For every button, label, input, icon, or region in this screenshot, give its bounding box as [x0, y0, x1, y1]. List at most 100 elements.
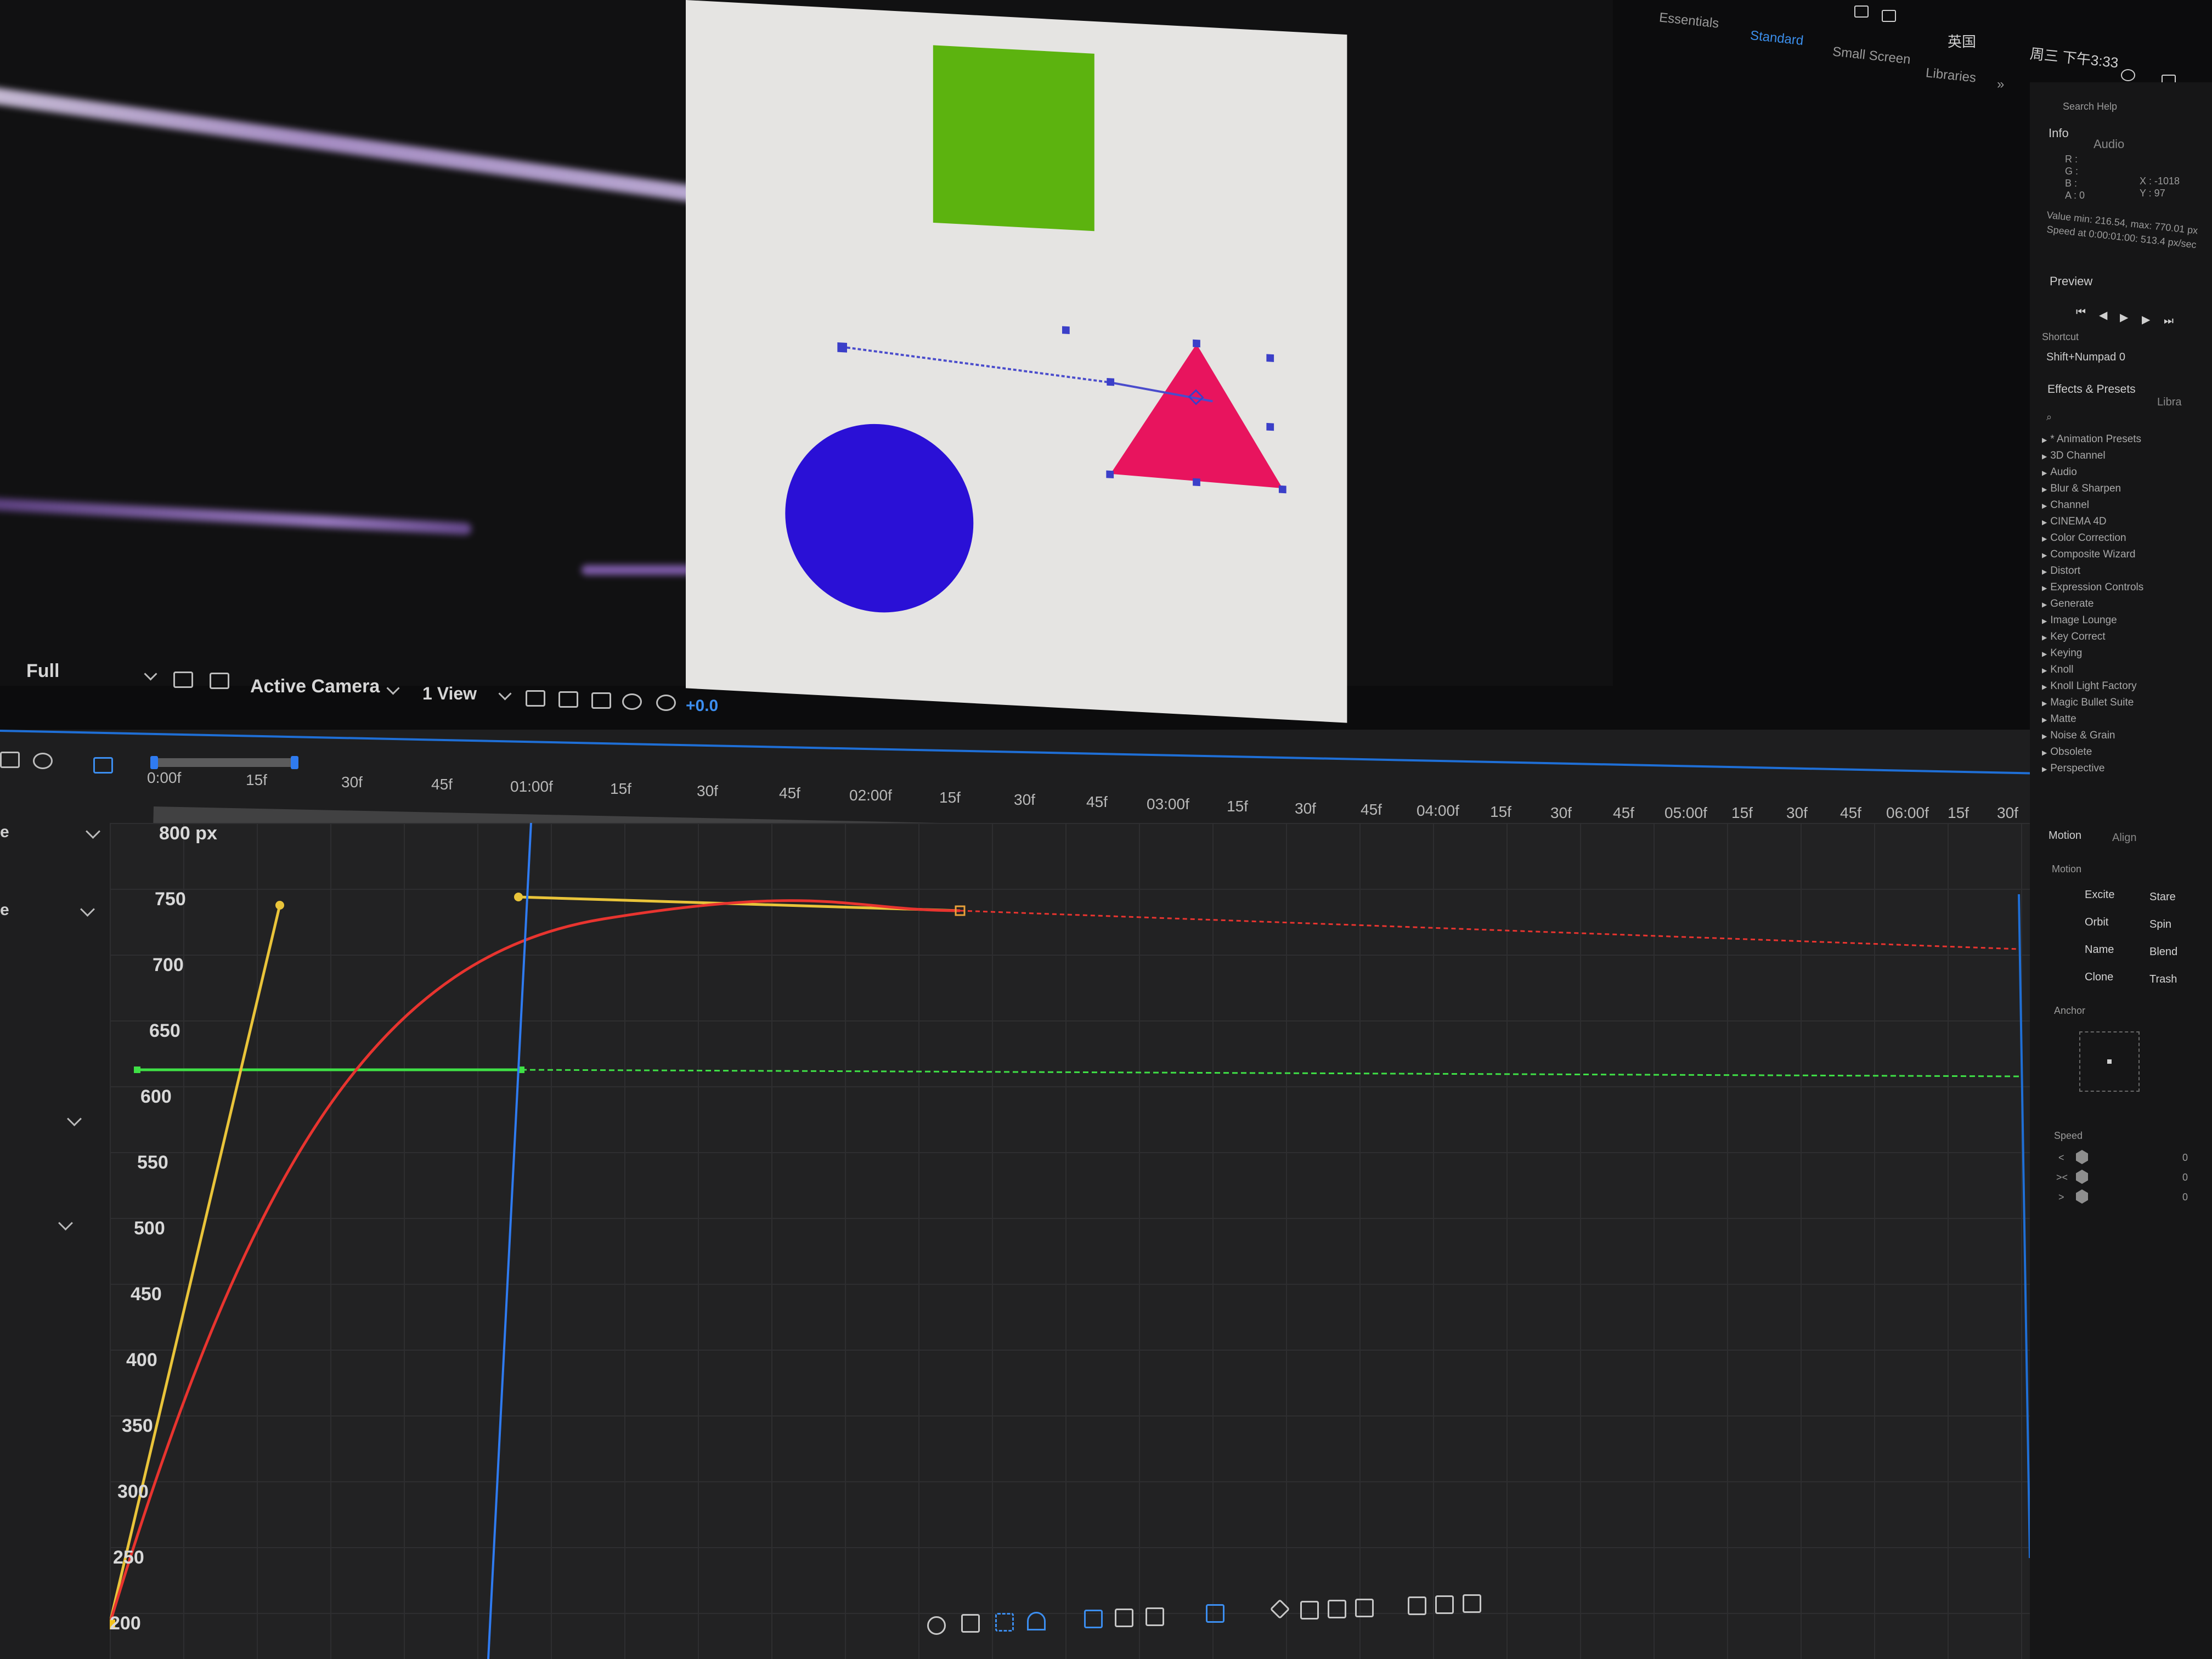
effects-list-item[interactable]: Image Lounge [2042, 614, 2117, 627]
views-dropdown[interactable]: 1 View [422, 684, 477, 704]
auto-bezier-icon[interactable] [1355, 1599, 1374, 1617]
tab-info[interactable]: Info [2049, 126, 2069, 140]
chevron-down-icon[interactable] [386, 681, 400, 695]
first-frame-button[interactable]: ⏮ [2076, 306, 2086, 319]
workspace-tab-libraries[interactable]: Libraries [1925, 65, 1977, 86]
chevron-down-icon[interactable] [67, 1111, 82, 1126]
effects-list-item[interactable]: Expression Controls [2042, 582, 2143, 594]
effects-list-item[interactable]: Obsolete [2042, 746, 2092, 758]
triangle-layer[interactable] [826, 298, 1310, 549]
tab-audio[interactable]: Audio [2094, 137, 2124, 151]
camera-dropdown[interactable]: Active Camera [250, 676, 380, 697]
value-curve-extended [960, 910, 2019, 950]
play-button[interactable]: ▶ [2120, 311, 2128, 324]
effects-list-item[interactable]: Magic Bullet Suite [2042, 697, 2134, 709]
next-frame-button[interactable]: ▶ [2142, 313, 2150, 326]
ruler-label: 45f [779, 785, 800, 802]
search-icon[interactable] [2121, 69, 2135, 81]
flowchart-icon[interactable] [622, 693, 642, 710]
easy-ease-out-icon[interactable] [1463, 1594, 1481, 1613]
speed-slider-handle[interactable] [2076, 1150, 2088, 1164]
effects-list-item[interactable]: Blur & Sharpen [2042, 483, 2121, 495]
search-icon[interactable]: ⌕ [2046, 411, 2052, 423]
value-axis-label: 650 [149, 1020, 180, 1041]
effects-list-item[interactable]: Knoll [2042, 664, 2073, 676]
name-button[interactable]: Name [2085, 944, 2114, 956]
reset-exposure-icon[interactable] [656, 695, 676, 711]
tab-motion[interactable]: Motion [2049, 830, 2081, 842]
chevron-down-icon[interactable] [86, 824, 100, 839]
trash-button[interactable]: Trash [2149, 973, 2177, 986]
input-language[interactable]: 英国 [1948, 31, 1976, 51]
workspace-tab-standard[interactable]: Standard [1750, 28, 1804, 49]
graph-curves[interactable] [110, 823, 2041, 1659]
effects-list-item[interactable]: Matte [2042, 713, 2076, 725]
exposure-value[interactable]: +0.0 [686, 697, 718, 715]
last-frame-button[interactable]: ⏭ [2164, 315, 2174, 328]
tab-effects-presets[interactable]: Effects & Presets [2047, 383, 2136, 396]
composition-viewer[interactable] [0, 0, 1613, 723]
speed-slider-handle[interactable] [2076, 1189, 2088, 1204]
value-axis-label: 800 px [159, 823, 217, 844]
timeline-icon[interactable] [591, 692, 611, 709]
effects-list-item[interactable]: Audio [2042, 466, 2077, 478]
chevron-down-icon[interactable] [144, 667, 157, 681]
easy-ease-icon[interactable] [1408, 1596, 1426, 1615]
fast-previews-icon[interactable] [558, 691, 578, 708]
fit-selection-icon[interactable] [1084, 1610, 1103, 1628]
ruler-label: 03:00f [1147, 795, 1189, 812]
effects-list-item[interactable]: 3D Channel [2042, 450, 2105, 462]
tab-libraries[interactable]: Libra [2157, 396, 2181, 409]
composition-frame[interactable] [686, 0, 1347, 723]
green-square[interactable] [933, 45, 1094, 232]
anchor-point[interactable] [2107, 1059, 2112, 1064]
effects-list-item[interactable]: Perspective [2042, 763, 2104, 775]
effects-list-item[interactable]: Keying [2042, 647, 2082, 659]
chevron-down-icon[interactable] [80, 902, 95, 917]
workspace-overflow-button[interactable]: » [1997, 77, 2004, 92]
clone-button[interactable]: Clone [2085, 971, 2113, 984]
workspace-tab-small-screen[interactable]: Small Screen [1832, 44, 1911, 68]
previous-frame-button[interactable]: ◀ [2099, 308, 2107, 322]
shortcut-dropdown[interactable]: Shift+Numpad 0 [2046, 351, 2125, 364]
chevron-down-icon[interactable] [58, 1216, 73, 1231]
effects-list-item[interactable]: Color Correction [2042, 532, 2126, 544]
toggle-pixel-aspect-icon[interactable] [526, 690, 545, 707]
excite-button[interactable]: Excite [2085, 889, 2114, 901]
orbit-button[interactable]: Orbit [2085, 916, 2108, 929]
snap-icon[interactable] [1027, 1612, 1046, 1630]
transparency-grid-icon[interactable] [210, 673, 229, 689]
eye-icon[interactable] [927, 1616, 946, 1635]
graph-editor[interactable]: 800 px 750 700 650 600 550 500 450 400 3… [110, 823, 2041, 1659]
blend-button[interactable]: Blend [2149, 946, 2177, 958]
resolution-dropdown[interactable]: Full [26, 661, 59, 682]
region-of-interest-icon[interactable] [173, 672, 193, 688]
transform-box-icon[interactable] [995, 1613, 1014, 1632]
speed-row-symbol: > [2058, 1192, 2064, 1203]
chevron-down-icon[interactable] [498, 687, 512, 701]
effects-list-item[interactable]: Composite Wizard [2042, 549, 2135, 561]
graph-type-icon[interactable] [1206, 1604, 1224, 1623]
effects-list-item[interactable]: Key Correct [2042, 631, 2105, 643]
stare-button[interactable]: Stare [2149, 891, 2176, 904]
effects-list-item[interactable]: * Animation Presets [2042, 433, 2141, 445]
separate-dimensions-icon[interactable] [1146, 1607, 1164, 1626]
effects-list-item[interactable]: Noise & Grain [2042, 730, 2115, 742]
search-help-input[interactable]: Search Help [2063, 101, 2117, 112]
spin-button[interactable]: Spin [2149, 918, 2171, 931]
workspace-tab-essentials[interactable]: Essentials [1658, 10, 1720, 31]
linear-keyframe-icon[interactable] [1328, 1600, 1346, 1618]
show-properties-icon[interactable] [961, 1614, 980, 1633]
effects-list-item[interactable]: CINEMA 4D [2042, 516, 2106, 528]
effects-list-item[interactable]: Generate [2042, 598, 2094, 610]
ruler-label: 15f [246, 771, 267, 788]
hold-keyframe-icon[interactable] [1300, 1601, 1319, 1620]
effects-list-item[interactable]: Channel [2042, 499, 2089, 511]
speed-slider-handle[interactable] [2076, 1170, 2088, 1184]
effects-list-item[interactable]: Distort [2042, 565, 2080, 577]
effects-list-item[interactable]: Knoll Light Factory [2042, 680, 2136, 692]
ruler-label: 45f [1086, 793, 1108, 810]
tab-align[interactable]: Align [2112, 832, 2136, 844]
fit-all-icon[interactable] [1115, 1609, 1133, 1627]
easy-ease-in-icon[interactable] [1435, 1595, 1454, 1614]
